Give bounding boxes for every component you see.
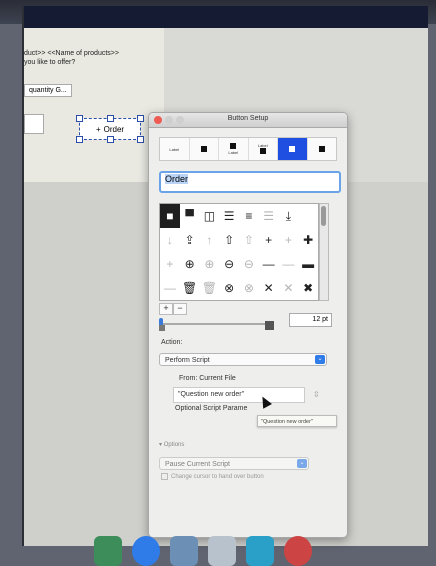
close-circle-icon[interactable]: ⊗ <box>239 276 259 300</box>
action-select[interactable]: Perform Script ⌄ <box>159 353 327 366</box>
resize-handle[interactable] <box>76 115 83 122</box>
icon-picker-grid[interactable]: ■ ▀ ◫ ☰ ≡ ☰ ⤓ ↓ ⇪ ↑ ⇧ ⇧ + + ✚ + ⊕ ⊕ ⊖ ⊖ — — ▬ — 🗑 🗑 ⊗ ⊗ ✕ ✕ ✖ <box>159 203 319 301</box>
close-light-icon[interactable]: ✕ <box>279 276 299 300</box>
app-icon[interactable] <box>94 536 122 566</box>
trash-outline-icon[interactable]: 🗑 <box>200 276 220 300</box>
square-icon <box>318 145 325 152</box>
upload-icon[interactable]: ⇪ <box>180 228 200 252</box>
minus-thick-icon[interactable]: ▬ <box>298 252 318 276</box>
icon-size-slider-track[interactable] <box>161 323 269 325</box>
button-label-input[interactable]: Order <box>159 171 341 193</box>
resize-handle[interactable] <box>107 115 114 122</box>
dock <box>88 526 348 566</box>
arrow-down-icon[interactable]: ↓ <box>160 228 180 252</box>
style-icon-only[interactable] <box>190 138 219 160</box>
app-icon[interactable] <box>284 536 312 566</box>
square-icon <box>289 145 296 152</box>
arrow-up-icon[interactable]: ↑ <box>200 228 220 252</box>
upload-light-icon[interactable]: ⇧ <box>239 228 259 252</box>
menu-icon[interactable]: ≡ <box>239 204 259 228</box>
minus-light-icon[interactable]: — <box>279 252 299 276</box>
lines-icon[interactable]: ☰ <box>259 204 279 228</box>
style-label-only[interactable]: Label <box>160 138 190 160</box>
app-icon[interactable] <box>170 536 198 566</box>
action-label: Action: <box>161 339 183 346</box>
optional-param-label: Optional Script Parame <box>175 405 248 412</box>
columns-icon[interactable]: ◫ <box>200 204 220 228</box>
layout-text-line1: duct>> <<Name of products>> <box>24 50 119 57</box>
script-name-field[interactable]: "Question new order" <box>173 387 305 403</box>
plus-circle-filled-icon[interactable]: ⊕ <box>180 252 200 276</box>
from-label: From: Current File <box>179 375 236 382</box>
chevron-down-icon: ⌄ <box>315 355 325 364</box>
resize-handle[interactable] <box>137 115 144 122</box>
tooltip: "Question new order" <box>257 415 337 427</box>
square-filled-icon[interactable]: ■ <box>160 204 180 228</box>
resize-handle[interactable] <box>137 136 144 143</box>
plus-bold-icon[interactable]: ✚ <box>298 228 318 252</box>
style-label-left-icon[interactable] <box>308 138 337 160</box>
dash-icon[interactable]: — <box>160 276 180 300</box>
plus-circle-icon[interactable]: ⊕ <box>200 252 220 276</box>
remove-icon-button[interactable]: − <box>173 303 187 315</box>
icon-size-field[interactable]: 12 pt <box>289 313 332 327</box>
status-bar <box>24 6 428 28</box>
button-style-selector[interactable]: Label Label Label <box>159 137 337 161</box>
square-top-icon[interactable]: ▀ <box>180 204 200 228</box>
quantity-field[interactable]: quantity G... <box>24 84 72 97</box>
layout-field[interactable] <box>24 114 44 134</box>
style-icon-left-label[interactable] <box>278 138 308 160</box>
layout-text-line2: you like to offer? <box>24 59 76 66</box>
app-icon[interactable] <box>246 536 274 566</box>
square-icon <box>230 143 237 149</box>
small-size-icon <box>159 325 165 331</box>
plus-light-icon[interactable]: + <box>279 228 299 252</box>
large-size-icon <box>265 321 274 330</box>
close-circle-filled-icon[interactable]: ⊗ <box>219 276 239 300</box>
panel-titlebar[interactable]: Button Setup <box>149 113 347 128</box>
list-icon[interactable]: ☰ <box>219 204 239 228</box>
options-disclosure[interactable]: ▾ Options <box>159 441 184 448</box>
checkbox-icon <box>161 473 168 480</box>
minus-circle-icon[interactable]: ⊖ <box>239 252 259 276</box>
download-icon[interactable]: ⤓ <box>279 204 299 228</box>
icon-grid-scrollbar[interactable] <box>319 203 329 301</box>
upload-outline-icon[interactable]: ⇧ <box>219 228 239 252</box>
add-icon-button[interactable]: + <box>159 303 173 315</box>
plus-thin-icon[interactable]: + <box>160 252 180 276</box>
script-picker-icon[interactable]: ⇳ <box>313 390 320 399</box>
button-setup-panel: Button Setup Label Label Label Order ■ ▀ ◫… <box>148 112 348 538</box>
style-label-above-icon[interactable]: Label <box>249 138 278 160</box>
trash-filled-icon[interactable]: 🗑 <box>180 276 200 300</box>
safari-icon[interactable] <box>132 536 160 566</box>
panel-title: Button Setup <box>227 115 269 122</box>
chevron-down-icon: ⌄ <box>297 459 307 468</box>
plus-box-icon[interactable]: + <box>259 228 279 252</box>
minus-circle-filled-icon[interactable]: ⊖ <box>219 252 239 276</box>
square-icon <box>200 145 207 152</box>
cursor-checkbox[interactable]: Change cursor to hand over button <box>161 473 264 480</box>
blank-icon[interactable] <box>298 204 318 228</box>
minus-bold-icon[interactable]: — <box>259 252 279 276</box>
close-icon[interactable]: ✕ <box>259 276 279 300</box>
order-button-label: Order <box>103 124 125 134</box>
close-bold-icon[interactable]: ✖ <box>298 276 318 300</box>
style-icon-above-label[interactable]: Label <box>219 138 249 160</box>
resize-handle[interactable] <box>76 136 83 143</box>
pause-select[interactable]: Pause Current Script ⌄ <box>159 457 309 470</box>
resize-handle[interactable] <box>107 136 114 143</box>
plus-icon: + <box>95 124 101 134</box>
app-icon[interactable] <box>208 536 236 566</box>
square-icon <box>259 148 266 154</box>
